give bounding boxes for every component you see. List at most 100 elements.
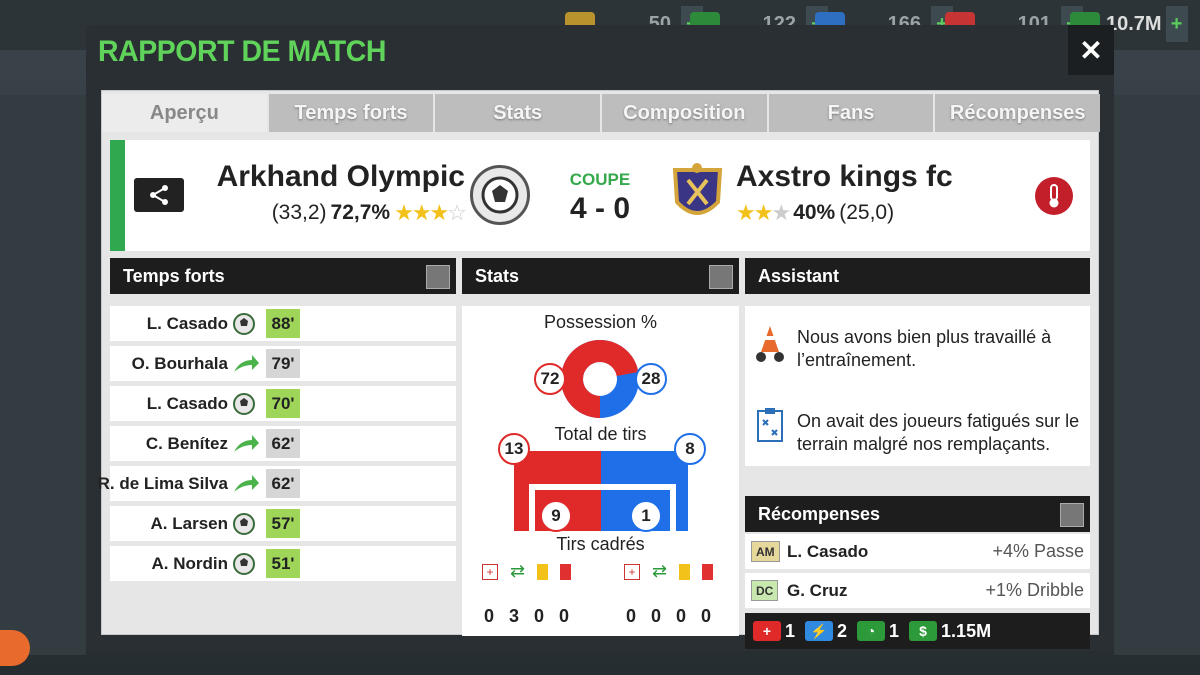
highlight-row[interactable]: C. Benítez 62' — [110, 426, 456, 461]
share-button[interactable] — [134, 178, 184, 212]
highlight-player: L. Casado — [146, 313, 228, 333]
on-target-home-value: 9 — [540, 500, 572, 532]
whistle-icon: ◔ — [857, 621, 886, 641]
highlight-minute: 57' — [266, 509, 300, 538]
home-yellow: 0 — [534, 606, 545, 626]
reward-value: +1% Dribble — [985, 580, 1084, 600]
possession-donut — [561, 340, 639, 418]
highlight-row[interactable]: L. Casado 88' — [110, 306, 456, 341]
reward-player[interactable]: L. Casado — [787, 534, 868, 569]
home-card-counts: 0 3 0 0 — [484, 606, 569, 627]
position-badge: AM — [751, 541, 780, 562]
home-red: 0 — [559, 606, 570, 626]
away-card-counts: 0 0 0 0 — [626, 606, 711, 627]
tab-overview[interactable]: Aperçu — [102, 94, 267, 132]
away-team-rating: (25,0) — [839, 201, 895, 224]
away-yellow: 0 — [676, 606, 687, 626]
highlight-minute: 79' — [266, 349, 300, 378]
modal-title: RAPPORT DE MATCH — [98, 35, 386, 68]
highlight-minute: 88' — [266, 309, 300, 338]
assistant-header: Assistant — [745, 258, 1090, 294]
highlight-player: A. Nordin — [151, 553, 229, 573]
highlights-list: L. Casado 88' O. Bourhala 79' L. Casado 70' C.… — [98, 306, 456, 586]
tab-rewards[interactable]: Récompenses — [935, 94, 1101, 132]
red-card-icon — [560, 563, 572, 580]
highlight-row[interactable]: O. Bourhala 79' — [110, 346, 456, 381]
thermometer-button[interactable] — [1035, 177, 1073, 215]
possession-away-value: 28 — [635, 363, 667, 395]
on-target-away-value: 1 — [630, 500, 662, 532]
ball-icon — [232, 552, 256, 576]
match-report-modal: RAPPORT DE MATCH ✕ Aperçu Temps forts St… — [86, 25, 1114, 651]
home-stars-icon: ★★★☆ — [394, 200, 467, 225]
possession-label: Possession % — [543, 312, 658, 332]
modal-content: Aperçu Temps forts Stats Composition Fan… — [98, 90, 1101, 649]
close-button[interactable]: ✕ — [1068, 25, 1114, 75]
home-subs: 3 — [509, 606, 520, 626]
whistle-count: 1 — [889, 620, 900, 641]
home-team-stats: (33,2) 72,7% ★★★☆ — [271, 200, 467, 226]
away-team-pct: 40% — [793, 201, 836, 224]
away-injuries: 0 — [626, 606, 637, 626]
reward-row: AM L. Casado +4% Passe — [745, 534, 1090, 569]
substitution-icon — [232, 352, 259, 376]
result-stripe — [110, 140, 125, 251]
home-team-name[interactable]: Arkhand Olympic — [217, 160, 465, 194]
highlight-minute: 70' — [266, 389, 300, 418]
match-score: 4 - 0 — [569, 192, 631, 225]
away-team-stats: ★★★ 40% (25,0) — [736, 200, 894, 226]
highlight-row[interactable]: L. Casado 70' — [110, 386, 456, 421]
reward-value: +4% Passe — [992, 541, 1084, 561]
highlight-row[interactable]: A. Larsen 57' — [110, 506, 456, 541]
shots-home-value: 13 — [498, 433, 530, 465]
away-crest-icon — [672, 163, 723, 215]
highlights-title: Temps forts — [123, 265, 225, 286]
away-subs: 0 — [651, 606, 662, 626]
yellow-card-icon — [537, 563, 549, 580]
home-crest-icon — [470, 165, 530, 225]
yellow-card-icon — [679, 563, 691, 580]
reward-player[interactable]: G. Cruz — [787, 573, 847, 608]
stats-panel: Possession % 72 28 Total de tirs 13 8 9 … — [462, 306, 739, 636]
tab-fans[interactable]: Fans — [768, 94, 934, 132]
expand-stats-icon[interactable] — [709, 265, 733, 289]
left-background-panel — [0, 95, 86, 655]
away-team-name[interactable]: Axstro kings fc — [736, 160, 953, 194]
ball-icon — [232, 392, 256, 416]
highlights-header: Temps forts — [110, 258, 456, 294]
energy-count: 2 — [837, 620, 848, 641]
highlight-player: A. Larsen — [150, 513, 228, 533]
highlight-row[interactable]: A. Nordin 51' — [110, 546, 456, 581]
on-target-label: Tirs cadrés — [556, 534, 645, 554]
training-cones-icon — [756, 326, 784, 362]
assistant-panel: Nous avons bien plus travaillé à l’entra… — [745, 306, 1090, 466]
injury-icon: + — [482, 563, 498, 580]
highlight-minute: 51' — [266, 549, 300, 578]
reward-row: DC G. Cruz +1% Dribble — [745, 573, 1090, 608]
money-amount: 1.15M — [941, 620, 992, 641]
highlight-player: L. Casado — [146, 393, 228, 413]
tab-stats[interactable]: Stats — [435, 94, 601, 132]
ball-icon — [232, 512, 256, 536]
red-card-icon — [702, 563, 714, 580]
home-injuries: 0 — [484, 606, 495, 626]
expand-rewards-icon[interactable] — [1060, 503, 1084, 527]
expand-highlights-icon[interactable] — [426, 265, 450, 289]
tab-highlights[interactable]: Temps forts — [268, 94, 434, 132]
money-icon: $ — [909, 621, 938, 641]
substitution-icon: ⇄ — [652, 561, 668, 581]
substitution-icon: ⇄ — [510, 561, 526, 581]
highlight-player: R. de Lima Silva — [97, 473, 228, 493]
tab-bar: Aperçu Temps forts Stats Composition Fan… — [102, 94, 1101, 132]
energy-icon: ⚡ — [805, 621, 834, 641]
away-card-icons: + ⇄ — [624, 561, 714, 582]
injury-icon: + — [624, 563, 640, 580]
home-team-rating: (33,2) — [271, 201, 327, 224]
tab-lineup[interactable]: Composition — [602, 94, 767, 132]
ball-icon — [232, 312, 256, 336]
thermometer-icon — [1049, 184, 1059, 208]
home-card-icons: + ⇄ — [482, 561, 572, 582]
rewards-header: Récompenses — [745, 496, 1090, 532]
away-red: 0 — [701, 606, 712, 626]
highlight-row[interactable]: R. de Lima Silva 62' — [98, 466, 456, 501]
